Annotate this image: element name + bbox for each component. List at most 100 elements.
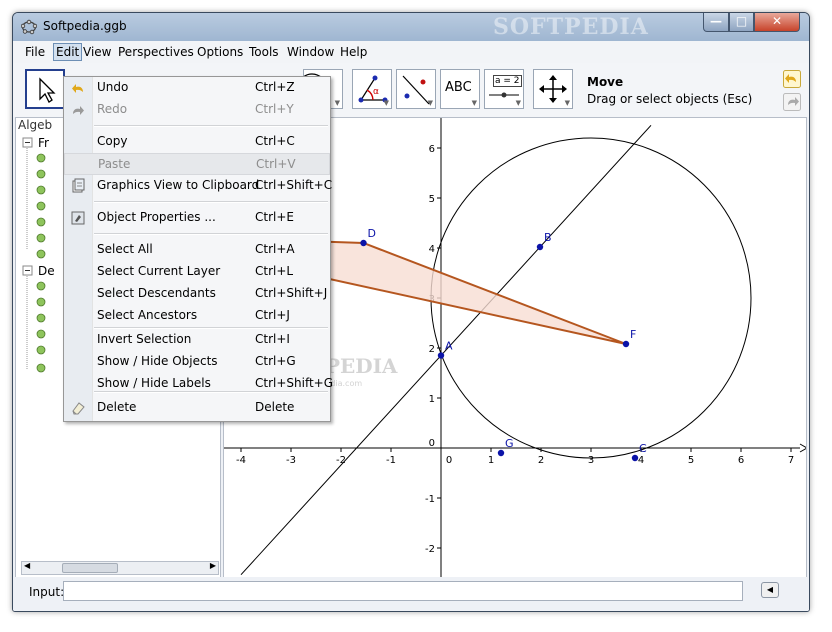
undo-icon bbox=[72, 84, 83, 93]
menu-item-shortcut: Ctrl+I bbox=[255, 332, 290, 346]
menu-item-shortcut: Ctrl+L bbox=[255, 264, 294, 278]
menu-item-label: Select Descendants bbox=[97, 286, 216, 300]
algebra-group-free[interactable]: Fr bbox=[38, 136, 49, 150]
edit-menu-select-ancestors[interactable]: Select Ancestors Ctrl+J bbox=[64, 305, 330, 327]
close-button[interactable]: ✕ bbox=[754, 13, 800, 32]
x-tick-label: -1 bbox=[386, 455, 396, 466]
menu-view[interactable]: View bbox=[83, 44, 111, 60]
point-label-a: A bbox=[445, 340, 453, 353]
menu-item-shortcut: Ctrl+J bbox=[255, 308, 290, 322]
menu-item-label: Redo bbox=[97, 102, 128, 116]
menu-item-label: Show / Hide Objects bbox=[97, 354, 218, 368]
scroll-thumb[interactable] bbox=[62, 563, 118, 573]
menu-options[interactable]: Options bbox=[197, 44, 243, 60]
clipboard-icon bbox=[72, 178, 85, 193]
input-help-icon[interactable]: ◀ bbox=[761, 582, 779, 598]
geogebra-app-icon bbox=[21, 19, 37, 35]
y-tick-label: -1 bbox=[425, 494, 435, 505]
active-tool-help: Drag or select objects (Esc) bbox=[587, 92, 753, 106]
menu-help[interactable]: Help bbox=[340, 44, 367, 60]
menu-item-label: Graphics View to Clipboard bbox=[97, 178, 260, 192]
edit-menu-invert-selection[interactable]: Invert Selection Ctrl+I bbox=[64, 329, 330, 351]
tool-dropdown-triangle-icon: ▼ bbox=[564, 99, 570, 107]
menu-separator bbox=[94, 391, 328, 393]
command-input[interactable] bbox=[63, 581, 743, 601]
tool-dropdown-triangle-icon: ▼ bbox=[427, 99, 433, 107]
scroll-right-icon[interactable]: ▶ bbox=[210, 561, 216, 570]
x-tick-label: 7 bbox=[788, 455, 794, 466]
reflect-tool-button[interactable]: ▼ bbox=[396, 69, 436, 109]
point-d bbox=[360, 239, 367, 247]
point-a bbox=[437, 352, 445, 359]
menu-item-shortcut: Delete bbox=[255, 400, 295, 414]
menu-edit[interactable]: Edit bbox=[53, 43, 83, 61]
scroll-left-icon[interactable]: ◀ bbox=[24, 561, 30, 570]
menu-separator bbox=[94, 233, 328, 235]
y-tick-label: 0 bbox=[429, 438, 435, 449]
edit-menu-select-all[interactable]: Select All Ctrl+A bbox=[64, 239, 330, 261]
menu-window[interactable]: Window bbox=[287, 44, 334, 60]
menu-item-label: Paste bbox=[98, 157, 131, 171]
menu-item-shortcut: Ctrl+V bbox=[256, 157, 296, 171]
menu-item-shortcut: Ctrl+A bbox=[255, 242, 295, 256]
text-tool-button[interactable]: ABC ▼ bbox=[440, 69, 480, 109]
edit-menu-select-descendants[interactable]: Select Descendants Ctrl+Shift+J bbox=[64, 283, 330, 305]
point-f bbox=[622, 340, 630, 348]
menu-item-label: Copy bbox=[97, 134, 128, 148]
point-label-f: F bbox=[630, 328, 636, 341]
point-g bbox=[497, 449, 505, 457]
menu-item-shortcut: Ctrl+E bbox=[255, 210, 294, 224]
menu-item-shortcut: Ctrl+Z bbox=[255, 80, 295, 94]
x-tick-label: 6 bbox=[738, 455, 744, 466]
y-tick-label: 1 bbox=[429, 394, 435, 405]
x-tick-label: 0 bbox=[446, 455, 452, 466]
toolbar-undo-icon[interactable] bbox=[783, 70, 801, 88]
point-c bbox=[631, 454, 639, 462]
y-tick-label: 4 bbox=[429, 244, 435, 255]
move-view-tool-button[interactable]: ▼ bbox=[533, 69, 573, 109]
edit-menu-undo[interactable]: Undo Ctrl+Z bbox=[64, 77, 330, 99]
edit-menu-select-current-layer[interactable]: Select Current Layer Ctrl+L bbox=[64, 261, 330, 283]
edit-menu-copy[interactable]: Copy Ctrl+C bbox=[64, 131, 330, 153]
edit-menu-delete[interactable]: Delete Delete bbox=[64, 397, 330, 419]
x-tick-label: 5 bbox=[688, 455, 694, 466]
eraser-icon bbox=[72, 402, 85, 415]
y-tick-label: 5 bbox=[429, 194, 435, 205]
menu-item-label: Delete bbox=[97, 400, 137, 414]
x-tick-label: -3 bbox=[286, 455, 296, 466]
maximize-button[interactable]: □ bbox=[729, 13, 754, 32]
input-label: Input: bbox=[29, 585, 65, 599]
edit-menu-graphics-view-to-clipboard[interactable]: Graphics View to Clipboard Ctrl+Shift+C bbox=[64, 175, 333, 197]
edit-menu-paste[interactable]: Paste Ctrl+V bbox=[64, 153, 330, 175]
menu-item-shortcut: Ctrl+C bbox=[255, 134, 295, 148]
cursor-arrow-icon bbox=[39, 77, 56, 103]
edit-menu-show-hide-objects[interactable]: Show / Hide Objects Ctrl+G bbox=[64, 351, 330, 373]
edit-menu-object-properties[interactable]: Object Properties ... Ctrl+E bbox=[64, 207, 330, 229]
menu-tools[interactable]: Tools bbox=[249, 44, 279, 60]
algebra-group-dependent[interactable]: De bbox=[38, 264, 55, 278]
redo-icon bbox=[73, 106, 84, 115]
point-label-b: B bbox=[544, 231, 552, 244]
menu-bar: File Edit View Perspectives Options Tool… bbox=[13, 41, 809, 63]
geogebra-window: Softpedia.ggb SOFTPEDIA — □ ✕ File Edit … bbox=[12, 12, 810, 612]
x-tick-label: 3 bbox=[588, 455, 594, 466]
minimize-button[interactable]: — bbox=[703, 13, 729, 32]
toolbar-redo-icon[interactable] bbox=[783, 93, 801, 111]
x-tick-label: 4 bbox=[638, 455, 644, 466]
angle-tool-button[interactable]: α ▼ bbox=[352, 69, 392, 109]
edit-menu-redo[interactable]: Redo Ctrl+Y bbox=[64, 99, 330, 121]
svg-text:α: α bbox=[373, 87, 379, 97]
tool-dropdown-triangle-icon: ▼ bbox=[383, 99, 389, 107]
menu-file[interactable]: File bbox=[25, 44, 45, 60]
slider-tool-button[interactable]: a = 2 ▼ bbox=[484, 69, 524, 109]
menu-separator bbox=[94, 327, 328, 329]
algebra-horizontal-scrollbar[interactable]: ◀ ▶ bbox=[21, 561, 219, 575]
title-bar[interactable]: Softpedia.ggb SOFTPEDIA — □ ✕ bbox=[13, 13, 809, 41]
menu-item-label: Invert Selection bbox=[97, 332, 192, 346]
move-tool-button[interactable] bbox=[25, 69, 65, 109]
point-label-c: C bbox=[639, 442, 647, 455]
point-label-g: G bbox=[505, 437, 514, 450]
menu-perspectives[interactable]: Perspectives bbox=[118, 44, 194, 60]
menu-item-shortcut: Ctrl+Shift+C bbox=[255, 178, 333, 192]
menu-item-shortcut: Ctrl+Shift+J bbox=[255, 286, 328, 300]
